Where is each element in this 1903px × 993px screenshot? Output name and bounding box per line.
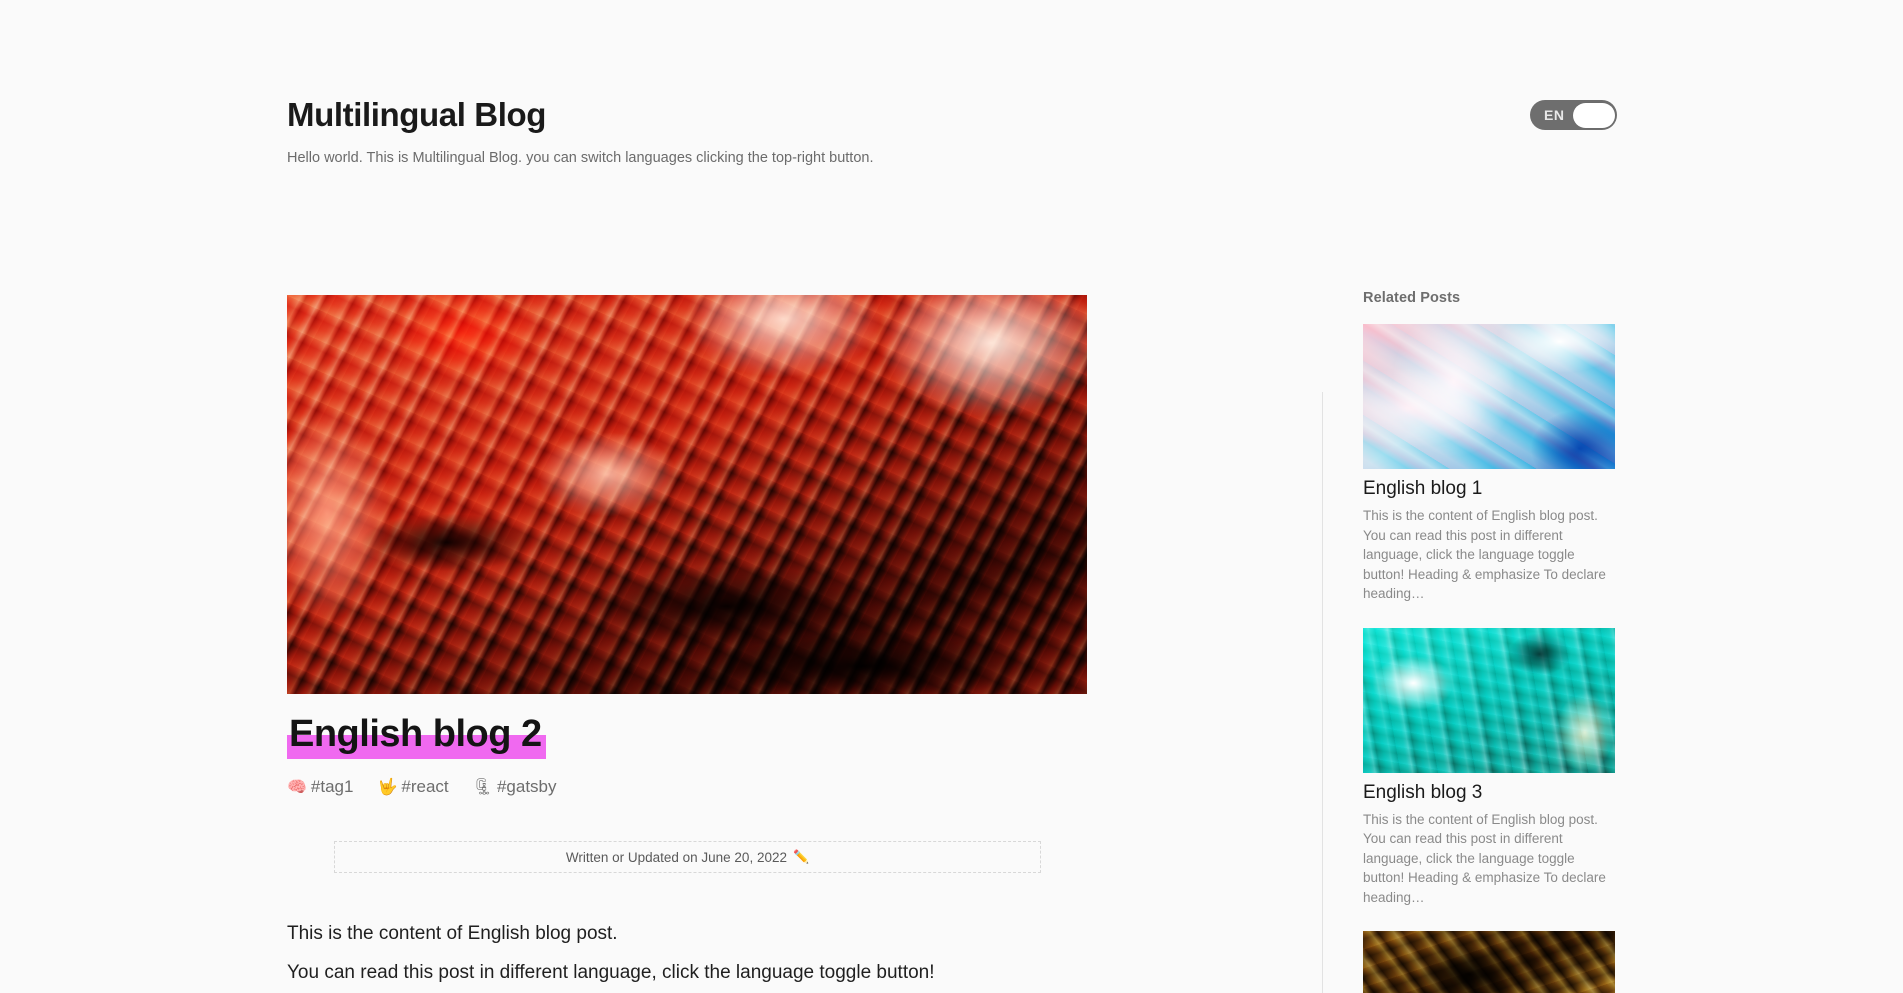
content-wrapper: English blog 2 🧠 #tag1 🤟 #react 🗜 #gatsb… xyxy=(0,0,1903,993)
post-date-label: Written or Updated on June 20, 2022 xyxy=(565,849,787,865)
sidebar-title: Related Posts xyxy=(1363,290,1461,306)
article-main: English blog 2 🧠 #tag1 🤟 #react 🗜 #gatsb… xyxy=(287,295,1087,993)
vertical-divider xyxy=(1322,392,1323,993)
clamp-emoji: 🗜 xyxy=(472,777,493,796)
thumbnail-pink-blue-marble xyxy=(1363,324,1615,469)
post-body: This is the content of English blog post… xyxy=(287,918,1087,988)
thumbnail-brown-gold-marble xyxy=(1363,931,1615,993)
tag-label-1: #tag1 xyxy=(310,777,354,796)
post-title-wrapper: English blog 2 xyxy=(287,711,546,759)
related-post-heading-2: English blog 3 xyxy=(1363,781,1483,803)
post-paragraph-2: You can read this post in different lang… xyxy=(287,962,935,983)
related-post-excerpt-1: This is the content of English blog post… xyxy=(1363,508,1606,601)
tag-label-2: #react xyxy=(401,777,449,796)
post-date-box: Written or Updated on June 20, 2022 ✏️ xyxy=(334,841,1041,873)
related-post-card-3[interactable] xyxy=(1363,931,1615,993)
tag-link-1[interactable]: 🧠 #tag1 xyxy=(287,776,353,798)
related-post-excerpt-2: This is the content of English blog post… xyxy=(1363,811,1606,905)
post-title: English blog 2 xyxy=(287,713,546,759)
love-you-gesture-emoji: 🤟 xyxy=(377,777,398,796)
thumbnail-teal-marble xyxy=(1363,627,1615,773)
related-posts-sidebar: Related Posts English blog 1 This is the… xyxy=(1363,290,1615,993)
tag-link-3[interactable]: 🗜 #gatsby xyxy=(473,776,557,798)
page-root: Multilingual Blog Hello world. This is M… xyxy=(0,0,1903,993)
post-date-text: Written or Updated on June 20, 2022 ✏️ xyxy=(566,850,809,865)
pencil-icon: ✏️ xyxy=(792,849,810,865)
tag-label-3: #gatsby xyxy=(496,777,557,796)
hero-image xyxy=(287,295,1087,694)
tags-row: 🧠 #tag1 🤟 #react 🗜 #gatsby xyxy=(287,776,1087,798)
tag-link-2[interactable]: 🤟 #react xyxy=(377,776,448,798)
related-post-card-1[interactable]: English blog 1 This is the content of En… xyxy=(1363,324,1615,604)
related-post-heading-1: English blog 1 xyxy=(1363,478,1483,499)
brain-emoji: 🧠 xyxy=(287,777,307,796)
related-post-card-2[interactable]: English blog 3 This is the content of En… xyxy=(1363,627,1615,908)
post-paragraph-1: This is the content of English blog post… xyxy=(287,923,618,944)
